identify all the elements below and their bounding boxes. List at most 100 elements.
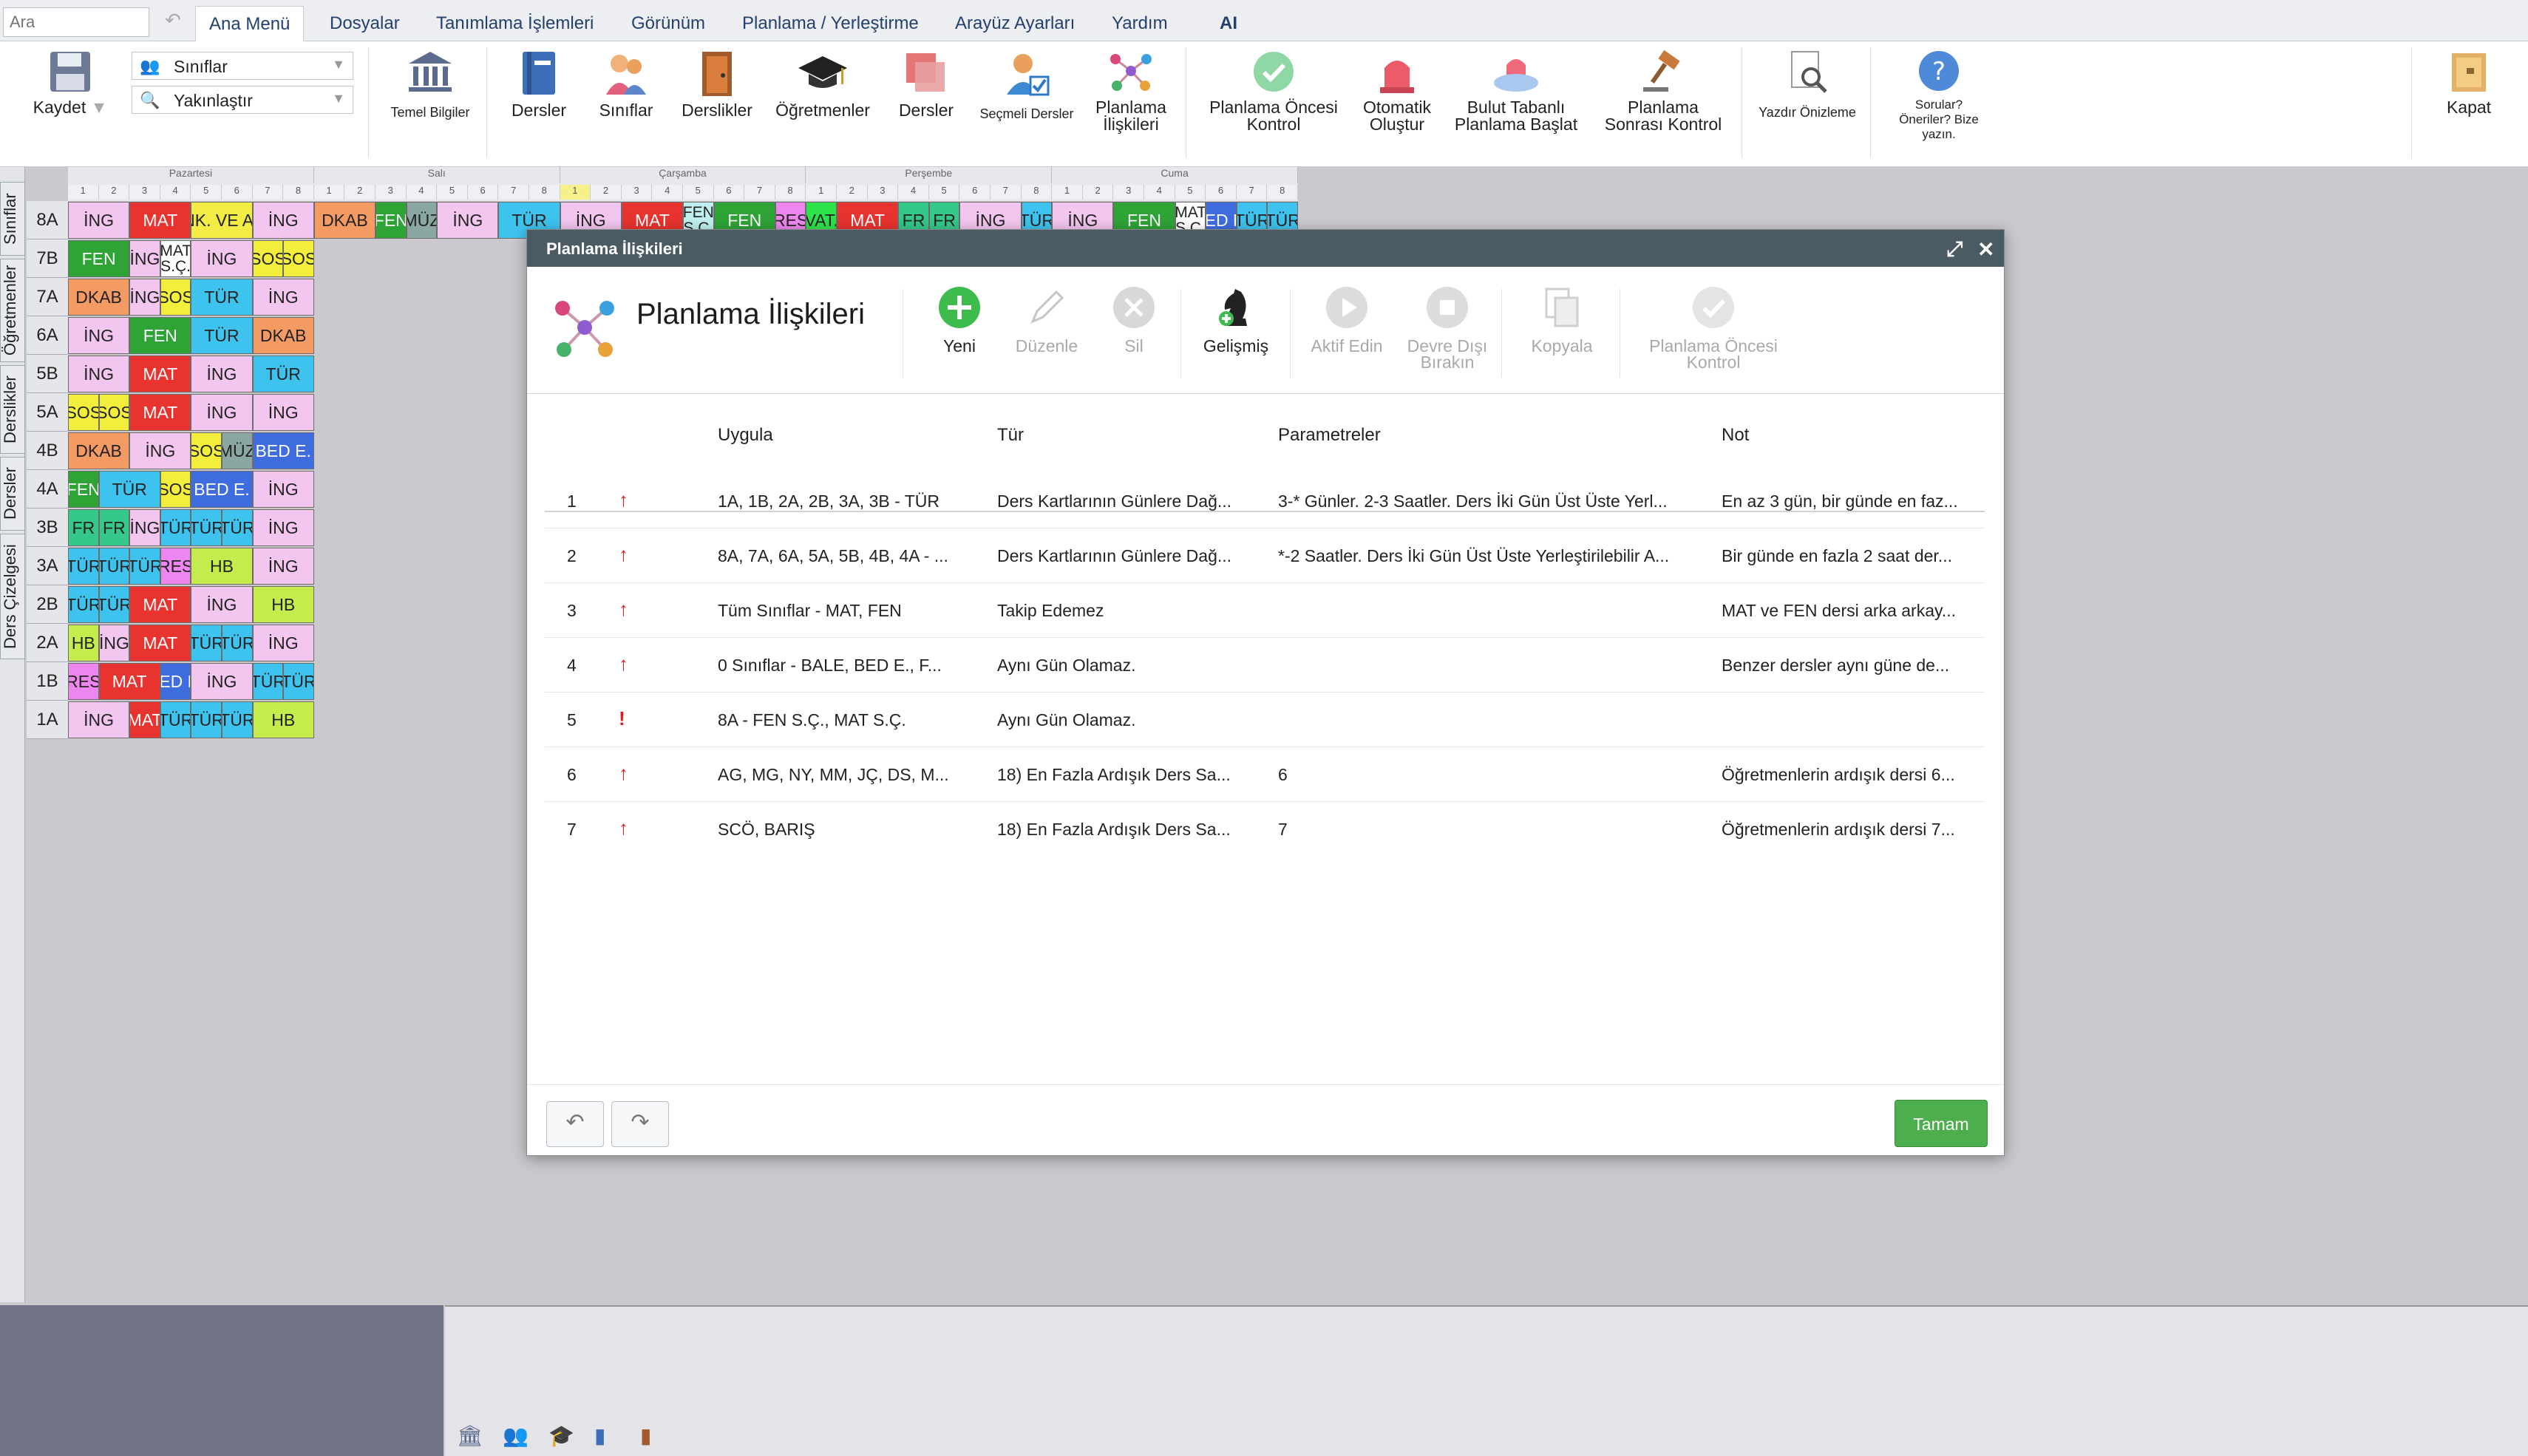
delete-button[interactable]: Sil (1093, 285, 1175, 355)
lesson-card[interactable]: İNG (129, 509, 160, 546)
lesson-card[interactable]: İNG (252, 509, 314, 546)
class-row-label[interactable]: 6A (27, 316, 68, 355)
class-row-label[interactable]: 3B (27, 508, 68, 547)
close-button[interactable]: Kapat (2425, 49, 2513, 116)
print-preview-button[interactable]: Yazdır Önizleme (1752, 49, 1863, 120)
lesson-card[interactable]: İNG (191, 586, 253, 623)
lesson-card[interactable]: BED E. (160, 663, 191, 700)
menu-arayuz[interactable]: Arayüz Ayarları (942, 6, 1088, 41)
table-row[interactable]: 2 ↑ 8A, 7A, 6A, 5A, 5B, 4B, 4A - ... Ders K… (545, 528, 1985, 583)
close-icon[interactable]: ✕ (1977, 237, 1994, 262)
lesson-card[interactable]: TÜR (191, 279, 253, 316)
lesson-card[interactable]: BED E. (252, 432, 314, 469)
lesson-card[interactable]: İNG (252, 548, 314, 585)
lesson-card[interactable]: İNG (129, 279, 160, 316)
lesson-card[interactable]: TÜR (68, 586, 99, 623)
lesson-card[interactable]: İNG (437, 202, 499, 239)
lesson-card[interactable]: MAT S.Ç. (160, 240, 191, 277)
planning-relations-button[interactable]: Planlama İlişkileri (1085, 49, 1177, 133)
lesson-card[interactable]: İNG (68, 356, 130, 392)
bank-icon[interactable]: 🏛 (457, 1423, 483, 1448)
class-row-label[interactable]: 8A (27, 201, 68, 239)
lesson-card[interactable]: SOS (160, 279, 191, 316)
lesson-card[interactable]: FR (98, 509, 130, 546)
pre-check-button[interactable]: Planlama Öncesi Kontrol (1195, 49, 1353, 133)
col-header-type[interactable]: Tür (997, 425, 1024, 446)
table-row[interactable]: 1 ↑ 1A, 1B, 2A, 2B, 3A, 3B - TÜR Ders Kartl… (545, 474, 1985, 528)
col-header-note[interactable]: Not (1722, 425, 1749, 446)
menu-ana-menu[interactable]: Ana Menü (195, 6, 305, 42)
class-row-label[interactable]: 2A (27, 624, 68, 662)
lesson-card[interactable]: MAT (129, 701, 160, 738)
menu-planlama[interactable]: Planlama / Yerleştirme (729, 6, 932, 41)
lesson-card[interactable]: DKAB (252, 317, 314, 354)
search-input[interactable] (3, 7, 149, 37)
lesson-card[interactable]: MÜZ (406, 202, 438, 239)
auto-create-button[interactable]: Otomatik Oluştur (1353, 49, 1441, 133)
class-row-label[interactable]: 5A (27, 393, 68, 432)
activate-button[interactable]: Aktif Edin (1299, 285, 1395, 355)
lesson-card[interactable]: İNG (252, 625, 314, 661)
lesson-card[interactable]: DKAB (68, 432, 130, 469)
save-button[interactable]: Kaydet ▼ (22, 49, 118, 116)
lesson-card[interactable]: FR (68, 509, 99, 546)
menu-gorunum[interactable]: Görünüm (618, 6, 718, 41)
lesson-card[interactable]: İNG (191, 663, 253, 700)
lesson-card[interactable]: İNG (68, 317, 130, 354)
lesson-card[interactable]: TÜR (191, 317, 253, 354)
lesson-card[interactable]: İNG (252, 202, 314, 239)
lesson-card[interactable]: TÜR (252, 356, 314, 392)
lesson-card[interactable]: DKAB (68, 279, 130, 316)
lesson-card[interactable]: TÜR (191, 701, 222, 738)
class-row-label[interactable]: 2B (27, 585, 68, 624)
copy-button[interactable]: Kopyala (1510, 285, 1614, 355)
maximize-icon[interactable]: ⤢ (1946, 237, 1963, 262)
menu-ai[interactable]: AI (1206, 6, 1251, 41)
lesson-card[interactable]: İNG (68, 202, 130, 239)
lesson-card[interactable]: TÜR (98, 548, 130, 585)
door-icon[interactable]: ▮ (640, 1423, 651, 1448)
teachers-button[interactable]: Öğretmenler (769, 49, 877, 119)
lesson-card[interactable]: RES (160, 548, 191, 585)
pre-check-dialog-button[interactable]: Planlama Öncesi Kontrol (1628, 285, 1798, 371)
lesson-card[interactable]: TÜR (160, 701, 191, 738)
ok-button[interactable]: Tamam (1895, 1100, 1988, 1147)
undo-icon[interactable]: ↶ (158, 9, 188, 34)
menu-dosyalar[interactable]: Dosyalar (316, 6, 413, 41)
lesson-card[interactable]: MÜZ (222, 432, 253, 469)
undo-button[interactable]: ↶ (546, 1101, 604, 1147)
tab-dersler[interactable]: Dersler (0, 457, 25, 531)
lesson-card[interactable]: MAT (129, 356, 191, 392)
students-icon[interactable]: 👥 (503, 1423, 529, 1448)
lesson-card[interactable]: İNG (68, 701, 130, 738)
lesson-card[interactable]: FEN (68, 240, 130, 277)
lesson-card[interactable]: TÜR (98, 471, 160, 508)
lesson-card[interactable]: FEN (376, 202, 407, 239)
save-dropdown-icon[interactable]: ▼ (91, 98, 108, 117)
classes-combo[interactable]: 👥 Sınıflar ▼ (132, 52, 353, 80)
lesson-card[interactable]: HB (252, 701, 314, 738)
lesson-card[interactable]: SOS (252, 240, 284, 277)
lessons2-button[interactable]: Dersler (886, 49, 967, 119)
menu-yardim[interactable]: Yardım (1098, 6, 1181, 41)
table-row[interactable]: 7 ↑ SCÖ, BARIŞ 18) En Fazla Ardışık Ders Sa… (545, 802, 1985, 851)
lesson-card[interactable]: İNG (191, 356, 253, 392)
lesson-card[interactable]: HB (68, 625, 99, 661)
feedback-button[interactable]: ? Sorular? Öneriler? Bize yazın. (1883, 49, 1994, 142)
lesson-card[interactable]: İNG (191, 394, 253, 431)
lesson-card[interactable]: HB (252, 586, 314, 623)
lesson-card[interactable]: TÜR (222, 625, 253, 661)
lesson-card[interactable]: MAT (129, 394, 191, 431)
graduation-cap-icon[interactable]: 🎓 (548, 1423, 574, 1448)
lesson-card[interactable]: TÜR (160, 509, 191, 546)
cloud-planning-button[interactable]: Bulut Tabanlı Planlama Başlat (1446, 49, 1586, 133)
basic-info-button[interactable]: Temel Bilgiler (380, 49, 480, 120)
lesson-card[interactable]: TÜR (68, 548, 99, 585)
lesson-card[interactable]: TÜR (129, 548, 160, 585)
class-row-label[interactable]: 5B (27, 355, 68, 393)
class-row-label[interactable]: 4A (27, 470, 68, 508)
zoom-combo[interactable]: 🔍 Yakınlaştır ▼ (132, 86, 353, 114)
post-check-button[interactable]: Planlama Sonrası Kontrol (1597, 49, 1730, 133)
lesson-card[interactable]: İNG (252, 279, 314, 316)
class-row-label[interactable]: 3A (27, 547, 68, 585)
